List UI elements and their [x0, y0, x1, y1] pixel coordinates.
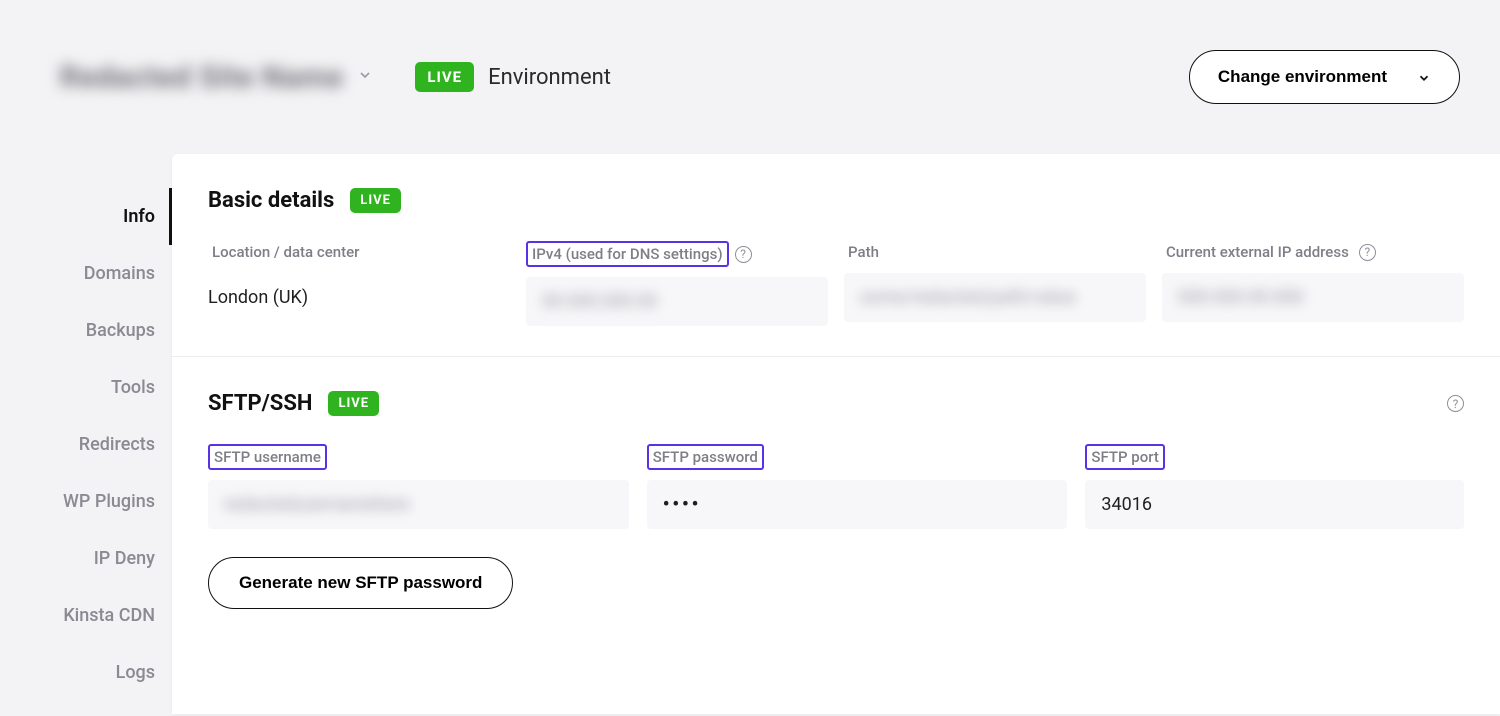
- sftp-password-label: SFTP password: [647, 444, 764, 470]
- sidebar-item-domains[interactable]: Domains: [0, 245, 172, 302]
- ipv4-help-icon[interactable]: ?: [735, 246, 752, 263]
- sftp-title: SFTP/SSH: [208, 391, 312, 416]
- sftp-live-badge: LIVE: [328, 391, 379, 416]
- basic-details-title: Basic details: [208, 188, 334, 213]
- path-column: Path some/redacted/path/value: [844, 241, 1146, 326]
- sftp-help-icon[interactable]: ?: [1447, 395, 1464, 412]
- location-value: London (UK): [208, 273, 510, 322]
- sidebar: Info Domains Backups Tools Redirects WP …: [0, 154, 172, 701]
- sftp-username-value[interactable]: redactedusernamehere: [208, 480, 629, 529]
- main-panel: Basic details LIVE Location / data cente…: [172, 154, 1500, 714]
- ipv4-value[interactable]: 00.000.000.00: [526, 277, 828, 326]
- generate-sftp-password-button[interactable]: Generate new SFTP password: [208, 557, 513, 609]
- sidebar-item-ip-deny[interactable]: IP Deny: [0, 530, 172, 587]
- basic-live-badge: LIVE: [350, 188, 401, 213]
- change-environment-button[interactable]: Change environment: [1189, 50, 1460, 104]
- sidebar-item-tools[interactable]: Tools: [0, 359, 172, 416]
- environment-indicator: LIVE Environment: [415, 62, 611, 92]
- path-value[interactable]: some/redacted/path/value: [844, 273, 1146, 322]
- sftp-port-column: SFTP port 34016: [1085, 444, 1464, 529]
- sftp-password-column: SFTP password ••••: [647, 444, 1068, 529]
- sidebar-item-redirects[interactable]: Redirects: [0, 416, 172, 473]
- sftp-port-label: SFTP port: [1085, 444, 1165, 470]
- sidebar-item-wp-plugins[interactable]: WP Plugins: [0, 473, 172, 530]
- sidebar-item-info[interactable]: Info: [0, 188, 172, 245]
- chevron-down-icon: [1417, 70, 1431, 84]
- location-column: Location / data center London (UK): [208, 241, 510, 326]
- location-label: Location / data center: [208, 241, 363, 263]
- site-name-chevron-icon[interactable]: [357, 67, 373, 87]
- path-label: Path: [844, 241, 883, 263]
- ext-ip-help-icon[interactable]: ?: [1359, 244, 1376, 261]
- sftp-password-value[interactable]: ••••: [647, 480, 1068, 529]
- sidebar-item-logs[interactable]: Logs: [0, 644, 172, 701]
- sftp-username-label: SFTP username: [208, 444, 327, 470]
- site-name[interactable]: Redacted Site Name: [60, 60, 343, 95]
- live-badge: LIVE: [415, 62, 474, 92]
- environment-label: Environment: [488, 65, 611, 90]
- basic-details-section: Basic details LIVE Location / data cente…: [172, 154, 1500, 356]
- sftp-port-value[interactable]: 34016: [1085, 480, 1464, 529]
- change-environment-label: Change environment: [1218, 67, 1387, 87]
- sftp-section: SFTP/SSH LIVE ? SFTP username redactedus…: [172, 356, 1500, 639]
- sftp-username-column: SFTP username redactedusernamehere: [208, 444, 629, 529]
- top-header: Redacted Site Name LIVE Environment Chan…: [0, 0, 1500, 154]
- ext-ip-label: Current external IP address: [1162, 241, 1353, 263]
- sidebar-item-backups[interactable]: Backups: [0, 302, 172, 359]
- ipv4-column: IPv4 (used for DNS settings) ? 00.000.00…: [526, 241, 828, 326]
- ext-ip-value[interactable]: 000.000.00.000: [1162, 273, 1464, 322]
- sidebar-item-kinsta-cdn[interactable]: Kinsta CDN: [0, 587, 172, 644]
- ipv4-label: IPv4 (used for DNS settings): [526, 241, 729, 267]
- ext-ip-column: Current external IP address ? 000.000.00…: [1162, 241, 1464, 326]
